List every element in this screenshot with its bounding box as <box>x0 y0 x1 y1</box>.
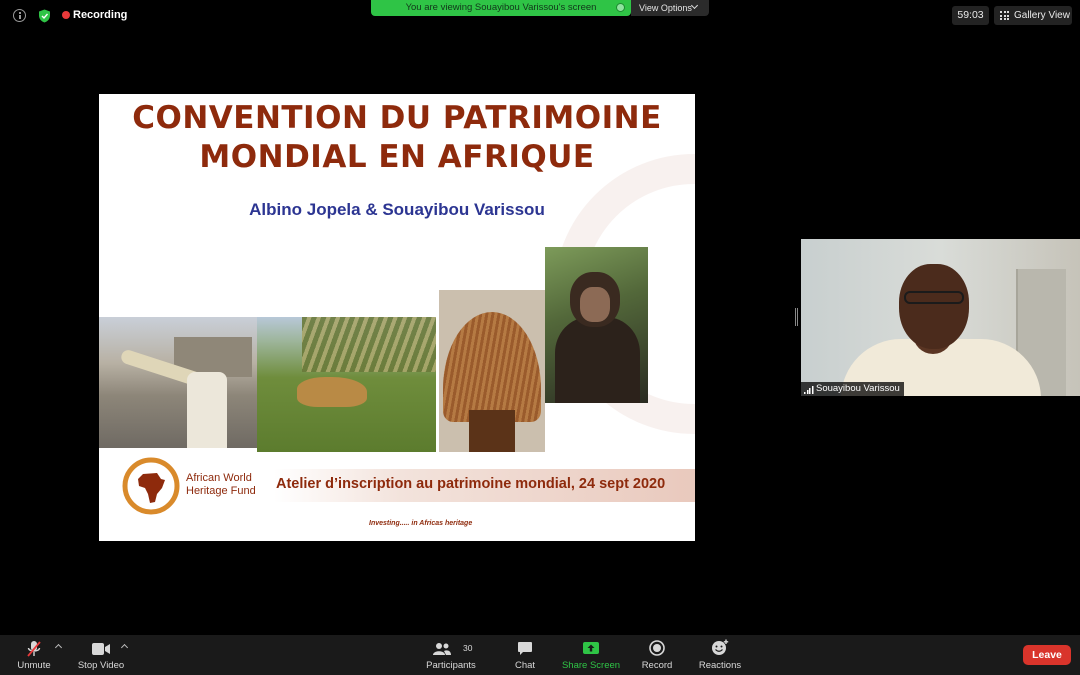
slide-tagline: Investing..... in Africas heritage <box>369 520 473 527</box>
viewing-screen-banner: You are viewing Souayibou Varissou's scr… <box>371 0 631 16</box>
share-screen-icon <box>583 642 599 654</box>
view-options-button[interactable]: View Options <box>631 0 709 16</box>
banner-status-icon <box>616 3 625 12</box>
logo-text-line1: African World <box>186 472 252 484</box>
participants-icon <box>433 643 451 655</box>
reactions-button[interactable]: Reactions <box>696 635 744 675</box>
participants-label: Participants <box>426 660 476 671</box>
participant-name-tag: Souayibou Varissou <box>801 382 904 396</box>
slide-title-line1: CONVENTION DU PATRIMOINE <box>132 100 662 136</box>
leave-button[interactable]: Leave <box>1023 645 1071 665</box>
recording-label: Recording <box>73 9 128 21</box>
participant-video[interactable] <box>801 239 1080 396</box>
grid-icon <box>1000 11 1009 20</box>
horn-player-photo <box>99 317 257 448</box>
info-icon[interactable] <box>13 9 26 22</box>
unmute-label: Unmute <box>17 660 51 671</box>
meeting-timer: 59:03 <box>952 6 989 25</box>
unmute-button[interactable]: Unmute <box>10 635 58 675</box>
muted-microphone-icon <box>27 641 41 657</box>
participants-button[interactable]: Participants <box>422 635 480 675</box>
shield-icon[interactable] <box>38 9 51 23</box>
slide-footer-text: Atelier d’inscription au patrimoine mond… <box>276 476 666 492</box>
slide-title: CONVENTION DU PATRIMOINE MONDIAL EN AFRI… <box>99 99 695 177</box>
signal-strength-icon <box>804 386 814 394</box>
logo-text: African World Heritage Fund <box>186 472 266 498</box>
meeting-toolbar: Unmute Stop Video Participants Chat Shar… <box>0 635 1080 675</box>
record-label: Record <box>641 660 673 671</box>
reactions-icon <box>712 639 729 655</box>
stop-video-button[interactable]: Stop Video <box>72 635 130 675</box>
stop-video-label: Stop Video <box>77 660 125 671</box>
share-screen-button[interactable]: Share Screen <box>560 635 622 675</box>
african-world-heritage-fund-logo <box>122 457 180 515</box>
shared-screen-slide: CONVENTION DU PATRIMOINE MONDIAL EN AFRI… <box>99 94 695 541</box>
slide-authors: Albino Jopela & Souayibou Varissou <box>249 200 545 219</box>
chat-button[interactable]: Chat <box>505 635 545 675</box>
record-icon <box>649 640 665 656</box>
chat-label: Chat <box>514 660 536 671</box>
reactions-label: Reactions <box>698 660 742 671</box>
thatched-hut-photo <box>439 290 545 452</box>
gallery-view-button[interactable]: Gallery View <box>994 6 1072 25</box>
recording-indicator-icon <box>62 11 70 19</box>
share-screen-label: Share Screen <box>561 660 621 671</box>
view-options-label: View Options <box>639 3 692 13</box>
panel-resize-handle[interactable] <box>795 308 798 326</box>
video-camera-icon <box>92 643 110 655</box>
record-button[interactable]: Record <box>637 635 677 675</box>
gallery-view-label: Gallery View <box>1014 10 1070 21</box>
slide-title-line2: MONDIAL EN AFRIQUE <box>199 139 595 175</box>
chimpanzee-photo <box>545 247 648 403</box>
chat-icon <box>518 642 532 655</box>
participants-count-badge: 30 <box>463 643 473 653</box>
chevron-down-icon <box>690 1 699 10</box>
logo-text-line2: Heritage Fund <box>186 485 256 497</box>
participant-name: Souayibou Varissou <box>816 383 900 394</box>
lion-photo <box>257 317 436 452</box>
